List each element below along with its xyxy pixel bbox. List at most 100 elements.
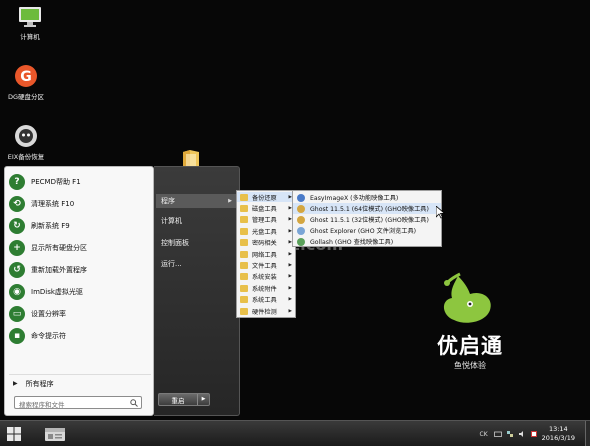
submenu-item-label: 文件工具 (252, 263, 277, 271)
submenu-item[interactable]: 网络工具 ▶ (237, 249, 295, 259)
submenu-item[interactable]: 系统工具 ▶ (237, 295, 295, 305)
restart-label: 重启 (171, 396, 185, 405)
submenu-item-label: 硬件检测 (252, 308, 277, 316)
folder-icon (240, 239, 248, 247)
submenu-item[interactable]: 磁盘工具 ▶ (237, 203, 295, 213)
program-item[interactable]: ▭ 设置分辨率 (9, 303, 151, 324)
folder-icon (240, 216, 248, 224)
restart-button[interactable]: 重启 ▶ (158, 393, 210, 406)
right-item-control-panel[interactable]: 控制面板 (156, 236, 238, 250)
program-item-label: 命令提示符 (31, 331, 66, 340)
disc-icon: ◉ (9, 283, 25, 300)
system-tray: CK 13:14 2016/3/19 (480, 421, 590, 446)
submenu-item[interactable]: 管理工具 ▶ (237, 215, 295, 225)
submenu-item-label: 光盘工具 (252, 228, 277, 236)
ghost-icon (297, 204, 305, 213)
submenu-item-label: 系统安装 (252, 274, 277, 282)
all-programs-button[interactable]: ▶ 所有程序 (9, 374, 151, 388)
folder-icon (240, 193, 248, 201)
desktop-icon-label: DG硬盘分区 (7, 93, 45, 101)
right-item-programs[interactable]: 程序 ▶ (156, 194, 238, 208)
volume-icon[interactable] (518, 430, 526, 438)
computer-icon (19, 7, 41, 27)
program-item-label: ImDisk虚拟光驱 (31, 287, 83, 296)
submenu-item[interactable]: 系统附件 ▶ (237, 283, 295, 293)
start-menu: ? PECMD帮助 F1 ⟲ 清理系统 F10 ↻ 刷新系统 F9 + 显示所有硬盘分区 ↺ 重新… (4, 166, 241, 416)
backup-tool-item[interactable]: Ghost 11.5.1 (64位模式) (GHO映像工具) (293, 203, 441, 215)
folder-icon (240, 227, 248, 235)
submenu-item-label: 密码相关 (252, 240, 277, 248)
submenu-item[interactable]: 硬件检测 ▶ (237, 306, 295, 316)
folder-icon (240, 205, 248, 213)
triangle-right-icon[interactable]: ▶ (197, 394, 209, 405)
program-item[interactable]: ▪ 命令提示符 (9, 325, 151, 346)
program-item[interactable]: ◉ ImDisk虚拟光驱 (9, 281, 151, 302)
language-indicator[interactable]: CK (480, 431, 488, 438)
brand-subtitle: 鱼悦体验 (454, 361, 486, 370)
submenu-item[interactable]: 文件工具 ▶ (237, 260, 295, 270)
program-item[interactable]: ⟲ 清理系统 F10 (9, 193, 151, 214)
triangle-right-icon: ▶ (288, 274, 292, 280)
clock[interactable]: 13:14 2016/3/19 (542, 425, 575, 443)
triangle-right-icon: ▶ (288, 308, 292, 314)
program-item-label: 显示所有硬盘分区 (31, 243, 87, 252)
backup-tool-label: Ghost 11.5.1 (32位模式) (GHO映像工具) (310, 217, 429, 225)
program-item-label: 清理系统 F10 (31, 199, 75, 208)
right-item-label: 控制面板 (161, 239, 189, 247)
folder-icon (240, 262, 248, 270)
show-desktop-button[interactable] (585, 421, 590, 446)
desktop-icon-diskgenius[interactable]: G DG硬盘分区 (0, 64, 54, 101)
all-programs-label: 所有程序 (25, 379, 54, 388)
windows-start-icon[interactable] (6, 426, 22, 442)
folder-icon (240, 296, 248, 304)
backup-tool-item[interactable]: EasyImageX (多功能映像工具) (293, 192, 441, 203)
submenu-item[interactable]: 光盘工具 ▶ (237, 226, 295, 236)
folder-icon (240, 273, 248, 281)
backup-tool-item[interactable]: Ghost Explorer (GHO 文件浏览工具) (293, 225, 441, 236)
submenu-item-label: 系统工具 (252, 297, 277, 305)
program-item-label: 设置分辨率 (31, 309, 66, 318)
backup-restore-submenu: EasyImageX (多功能映像工具) Ghost 11.5.1 (64位模式)… (292, 190, 442, 247)
program-item[interactable]: ↻ 刷新系统 F9 (9, 215, 151, 236)
desktop-icon-eix-backup[interactable]: EIX备份恢复 (0, 124, 54, 161)
triangle-right-icon: ▶ (228, 198, 232, 204)
right-item-run[interactable]: 运行... (156, 257, 238, 271)
desktop-icon-label: EIX备份恢复 (7, 153, 45, 161)
desktop-icon-computer[interactable]: 计算机 (2, 6, 58, 41)
notification-icon[interactable] (530, 430, 538, 438)
program-item[interactable]: ? PECMD帮助 F1 (9, 171, 151, 192)
submenu-item[interactable]: 系统安装 ▶ (237, 272, 295, 282)
file-explorer-icon[interactable] (44, 426, 66, 442)
backup-tool-item[interactable]: Ghost 11.5.1 (32位模式) (GHO映像工具) (293, 214, 441, 225)
triangle-right-icon: ▶ (13, 380, 18, 387)
program-item-label: PECMD帮助 F1 (31, 177, 81, 186)
right-item-label: 程序 (161, 197, 175, 205)
submenu-item[interactable]: 备份还原 ▶ (237, 192, 295, 203)
desktop: 计算机 G DG硬盘分区 EIX备份恢复 安 anxz.com (0, 0, 590, 420)
program-item-label: 刷新系统 F9 (31, 221, 70, 230)
right-item-label: 运行... (161, 260, 182, 268)
submenu-item[interactable]: 密码相关 ▶ (237, 238, 295, 248)
backup-tool-item[interactable]: Gollash (GHO 查找映像工具) (293, 236, 441, 247)
program-item-label: 重新加载外置程序 (31, 265, 87, 274)
program-item[interactable]: ↺ 重新加载外置程序 (9, 259, 151, 280)
folder-icon (240, 284, 248, 292)
right-item-computer[interactable]: 计算机 (156, 214, 238, 228)
help-icon: ? (9, 173, 25, 190)
monitor-icon: ▭ (9, 305, 25, 322)
folder-icon (240, 250, 248, 258)
programs-submenu: 备份还原 ▶ 磁盘工具 ▶ 管理工具 ▶ 光盘工具 ▶ 密码相关 ▶ 网络工具 ▶ 文件工具 ▶ 系统安装 ▶… (236, 190, 296, 318)
taskbar: CK 13:14 2016/3/19 (0, 420, 590, 446)
clock-time: 13:14 (548, 425, 568, 433)
backup-tool-label: Gollash (GHO 查找映像工具) (310, 239, 394, 247)
desktop-icon-label: 计算机 (20, 33, 40, 41)
submenu-item-label: 系统附件 (252, 285, 277, 293)
keyboard-icon[interactable] (493, 430, 502, 438)
add-icon: + (9, 239, 25, 256)
program-item[interactable]: + 显示所有硬盘分区 (9, 237, 151, 258)
backup-tool-label: Ghost 11.5.1 (64位模式) (GHO映像工具) (310, 206, 429, 214)
search-input[interactable]: 搜索程序和文件 (14, 396, 142, 409)
easyimagex-icon (297, 193, 305, 202)
triangle-right-icon: ▶ (288, 263, 292, 269)
network-icon[interactable] (506, 430, 514, 438)
